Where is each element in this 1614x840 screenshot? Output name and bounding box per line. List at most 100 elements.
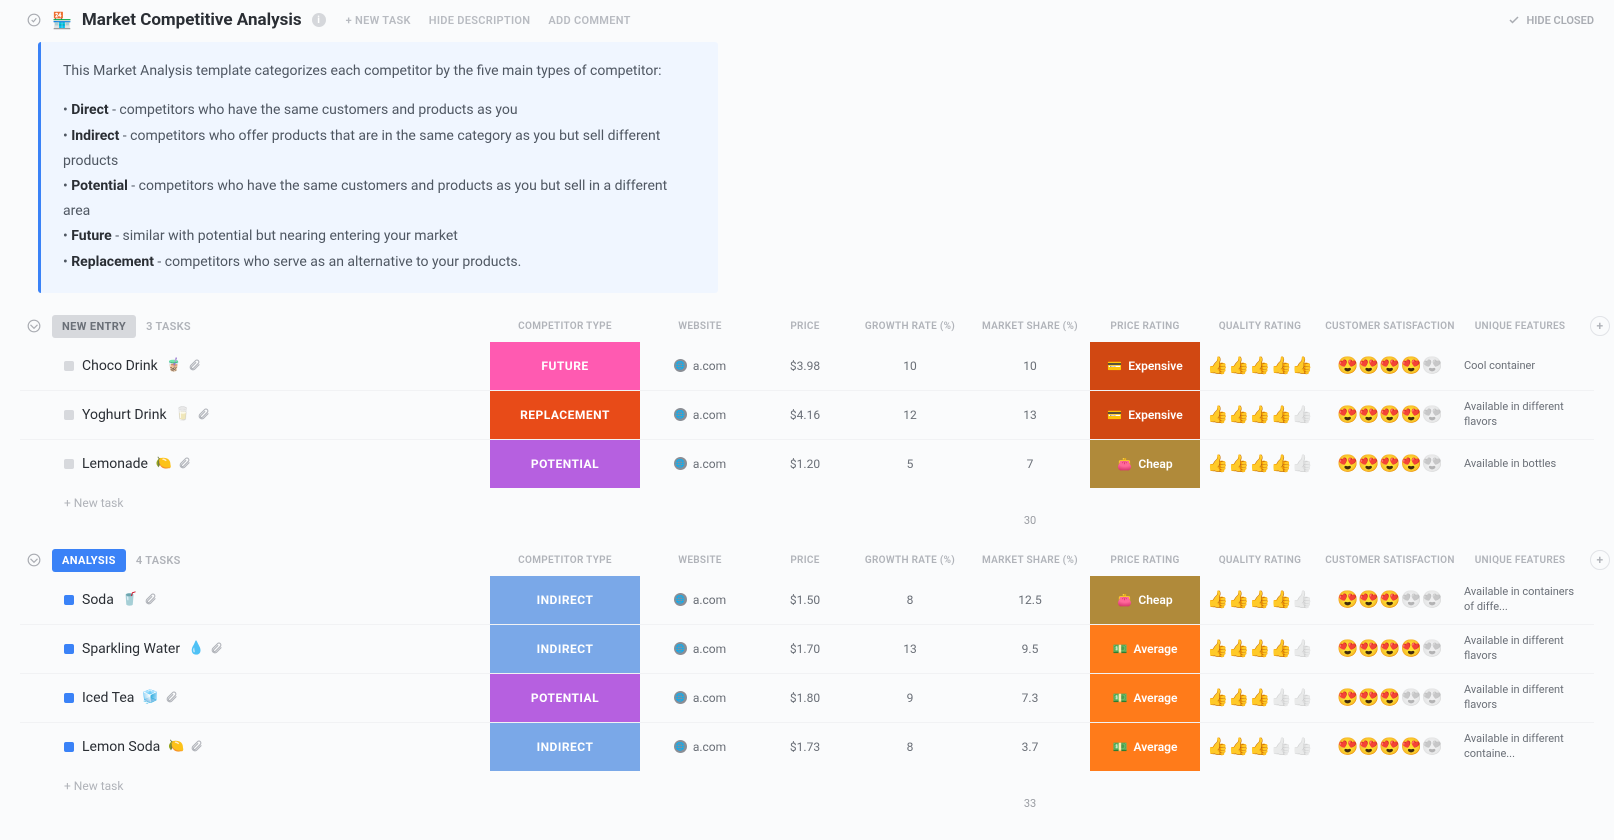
new-task-button[interactable]: + NEW TASK: [346, 14, 411, 27]
price-rating-badge[interactable]: 👛Cheap: [1090, 576, 1200, 624]
price-cell[interactable]: $1.70: [760, 638, 850, 660]
growth-rate-cell[interactable]: 8: [850, 736, 970, 758]
website-link[interactable]: 🌐a.com: [642, 740, 758, 754]
group-collapse-icon[interactable]: [26, 552, 42, 568]
website-link[interactable]: 🌐a.com: [642, 408, 758, 422]
price-cell[interactable]: $3.98: [760, 355, 850, 377]
price-rating-badge[interactable]: 💵Average: [1090, 723, 1200, 771]
attachment-icon[interactable]: [197, 408, 210, 421]
price-rating-badge[interactable]: 💵Average: [1090, 625, 1200, 673]
task-row[interactable]: Sparkling Water💧INDIRECT🌐a.com$1.70139.5…: [20, 624, 1594, 673]
task-row[interactable]: Yoghurt Drink🥛REPLACEMENT🌐a.com$4.161213…: [20, 390, 1594, 439]
task-name[interactable]: Yoghurt Drink: [82, 407, 167, 423]
market-share-cell[interactable]: 10: [970, 355, 1090, 377]
info-icon[interactable]: i: [312, 13, 326, 27]
price-rating-badge[interactable]: 👛Cheap: [1090, 440, 1200, 488]
competitor-type-badge[interactable]: REPLACEMENT: [490, 391, 640, 439]
task-status-square[interactable]: [64, 459, 74, 469]
attachment-icon[interactable]: [178, 457, 191, 470]
task-status-square[interactable]: [64, 595, 74, 605]
growth-rate-cell[interactable]: 9: [850, 687, 970, 709]
website-link[interactable]: 🌐a.com: [642, 457, 758, 471]
quality-rating[interactable]: [1202, 590, 1318, 610]
customer-satisfaction[interactable]: [1322, 356, 1458, 376]
website-link[interactable]: 🌐a.com: [642, 359, 758, 373]
add-column-button[interactable]: +: [1590, 550, 1610, 570]
attachment-icon[interactable]: [190, 740, 203, 753]
quality-rating[interactable]: [1202, 405, 1318, 425]
market-share-cell[interactable]: 12.5: [970, 589, 1090, 611]
customer-satisfaction[interactable]: [1322, 454, 1458, 474]
new-task-row[interactable]: + New task: [20, 488, 1594, 514]
task-row[interactable]: Choco Drink🧋FUTURE🌐a.com$3.981010💳Expens…: [20, 342, 1594, 390]
task-row[interactable]: Soda🥤INDIRECT🌐a.com$1.50812.5👛CheapAvail…: [20, 576, 1594, 624]
unique-features-cell[interactable]: Available in different containe...: [1460, 728, 1580, 765]
quality-rating[interactable]: [1202, 356, 1318, 376]
task-status-square[interactable]: [64, 644, 74, 654]
new-task-row[interactable]: + New task: [20, 771, 1594, 797]
growth-rate-cell[interactable]: 10: [850, 355, 970, 377]
customer-satisfaction[interactable]: [1322, 688, 1458, 708]
price-cell[interactable]: $4.16: [760, 404, 850, 426]
market-share-cell[interactable]: 7.3: [970, 687, 1090, 709]
collapse-icon[interactable]: [26, 12, 42, 28]
competitor-type-badge[interactable]: INDIRECT: [490, 625, 640, 673]
task-name[interactable]: Lemon Soda: [82, 739, 160, 755]
growth-rate-cell[interactable]: 12: [850, 404, 970, 426]
price-rating-badge[interactable]: 💳Expensive: [1090, 391, 1200, 439]
attachment-icon[interactable]: [165, 691, 178, 704]
hide-closed-button[interactable]: HIDE CLOSED: [1508, 14, 1594, 27]
task-status-square[interactable]: [64, 693, 74, 703]
hide-description-button[interactable]: HIDE DESCRIPTION: [429, 14, 531, 27]
quality-rating[interactable]: [1202, 688, 1318, 708]
customer-satisfaction[interactable]: [1322, 590, 1458, 610]
competitor-type-badge[interactable]: INDIRECT: [490, 723, 640, 771]
market-share-cell[interactable]: 9.5: [970, 638, 1090, 660]
market-share-cell[interactable]: 3.7: [970, 736, 1090, 758]
website-link[interactable]: 🌐a.com: [642, 691, 758, 705]
price-rating-badge[interactable]: 💳Expensive: [1090, 342, 1200, 390]
group-collapse-icon[interactable]: [26, 318, 42, 334]
unique-features-cell[interactable]: Cool container: [1460, 355, 1580, 377]
unique-features-cell[interactable]: Available in bottles: [1460, 453, 1580, 475]
competitor-type-badge[interactable]: POTENTIAL: [490, 440, 640, 488]
attachment-icon[interactable]: [210, 642, 223, 655]
status-pill[interactable]: NEW ENTRY: [52, 315, 136, 338]
task-name[interactable]: Iced Tea: [82, 690, 134, 706]
task-row[interactable]: Lemonade🍋POTENTIAL🌐a.com$1.2057👛CheapAva…: [20, 439, 1594, 488]
price-cell[interactable]: $1.20: [760, 453, 850, 475]
competitor-type-badge[interactable]: INDIRECT: [490, 576, 640, 624]
customer-satisfaction[interactable]: [1322, 639, 1458, 659]
attachment-icon[interactable]: [144, 593, 157, 606]
website-link[interactable]: 🌐a.com: [642, 593, 758, 607]
task-name[interactable]: Lemonade: [82, 456, 148, 472]
task-status-square[interactable]: [64, 742, 74, 752]
customer-satisfaction[interactable]: [1322, 405, 1458, 425]
task-name[interactable]: Sparkling Water: [82, 641, 180, 657]
unique-features-cell[interactable]: Available in different flavors: [1460, 396, 1580, 433]
task-name[interactable]: Choco Drink: [82, 358, 158, 374]
task-status-square[interactable]: [64, 410, 74, 420]
growth-rate-cell[interactable]: 5: [850, 453, 970, 475]
price-cell[interactable]: $1.80: [760, 687, 850, 709]
growth-rate-cell[interactable]: 13: [850, 638, 970, 660]
attachment-icon[interactable]: [188, 359, 201, 372]
unique-features-cell[interactable]: Available in different flavors: [1460, 679, 1580, 716]
add-column-button[interactable]: +: [1590, 316, 1610, 336]
market-share-cell[interactable]: 13: [970, 404, 1090, 426]
quality-rating[interactable]: [1202, 639, 1318, 659]
competitor-type-badge[interactable]: FUTURE: [490, 342, 640, 390]
price-cell[interactable]: $1.50: [760, 589, 850, 611]
market-share-cell[interactable]: 7: [970, 453, 1090, 475]
competitor-type-badge[interactable]: POTENTIAL: [490, 674, 640, 722]
task-row[interactable]: Iced Tea🧊POTENTIAL🌐a.com$1.8097.3💵Averag…: [20, 673, 1594, 722]
add-comment-button[interactable]: ADD COMMENT: [548, 14, 630, 27]
quality-rating[interactable]: [1202, 454, 1318, 474]
unique-features-cell[interactable]: Available in containers of diffe...: [1460, 581, 1580, 618]
task-name[interactable]: Soda: [82, 592, 114, 608]
status-pill[interactable]: ANALYSIS: [52, 549, 126, 572]
website-link[interactable]: 🌐a.com: [642, 642, 758, 656]
unique-features-cell[interactable]: Available in different flavors: [1460, 630, 1580, 667]
price-cell[interactable]: $1.73: [760, 736, 850, 758]
task-row[interactable]: Lemon Soda🍋INDIRECT🌐a.com$1.7383.7💵Avera…: [20, 722, 1594, 771]
